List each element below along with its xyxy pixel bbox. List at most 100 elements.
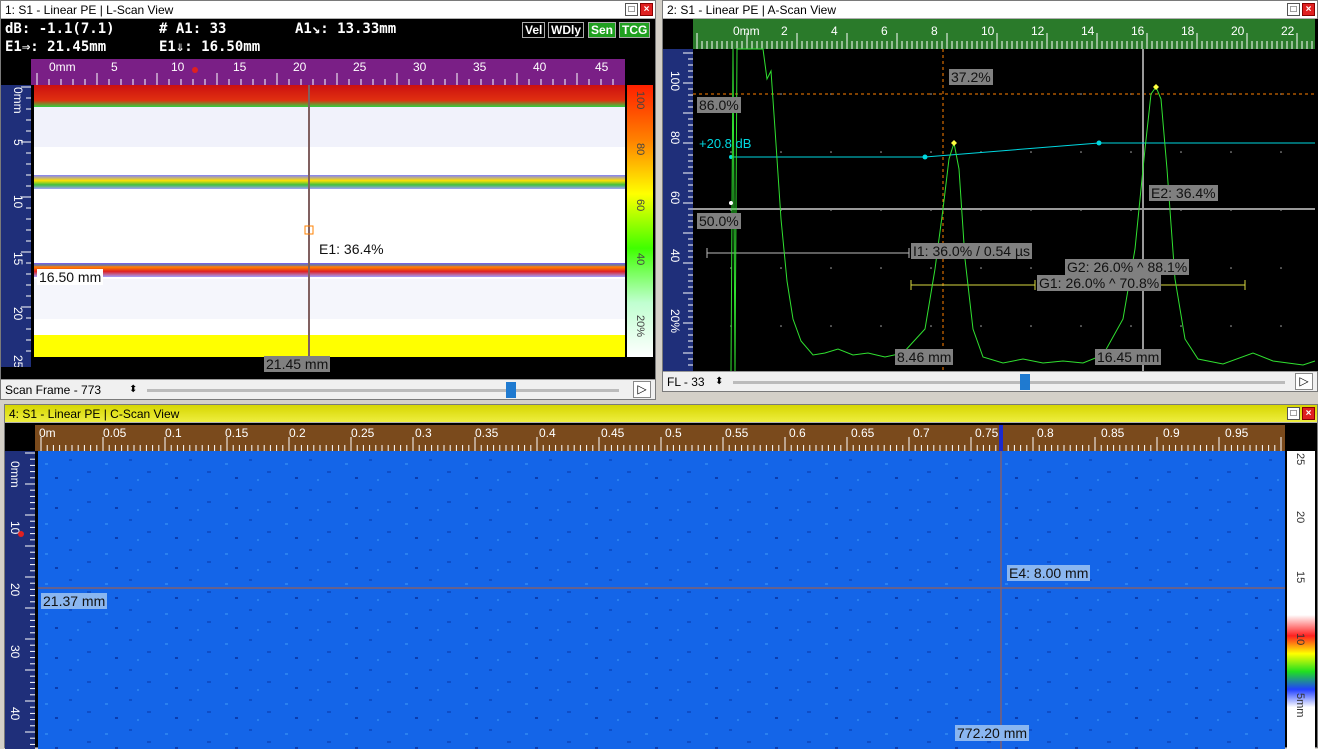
ruler-label: 40 — [533, 60, 547, 74]
lscan-titlebar[interactable]: 1: S1 - Linear PE | L-Scan View □ × — [1, 1, 655, 19]
grid-dot — [1280, 151, 1282, 153]
ruler-label: 0.95 — [1225, 426, 1249, 440]
grid-dot — [730, 151, 732, 153]
play-icon[interactable]: ▷ — [1295, 373, 1313, 390]
e4-depth-label: E4: 8.00 mm — [1007, 565, 1091, 581]
ruler-label: 0.6 — [789, 426, 806, 440]
ruler-label: 0.1 — [165, 426, 182, 440]
scan-frame-label: Scan Frame - 773 — [5, 383, 102, 397]
grid-dot — [780, 93, 782, 95]
play-icon[interactable]: ▷ — [633, 381, 651, 398]
ruler-label: 0.5 — [665, 426, 682, 440]
palette-label: 100 — [634, 91, 646, 109]
cscan-title: 4: S1 - Linear PE | C-Scan View — [9, 407, 180, 421]
close-icon[interactable]: × — [1302, 407, 1315, 420]
ruler-label: 0.75 — [975, 426, 999, 440]
position-marker — [192, 67, 198, 73]
grid-dot — [830, 325, 832, 327]
grid-dot — [830, 267, 832, 269]
grid-dot — [1030, 267, 1032, 269]
ruler-label: 30 — [413, 60, 427, 74]
grid-dot — [1080, 93, 1082, 95]
maximize-icon[interactable]: □ — [1287, 3, 1300, 16]
grid-dot — [1180, 151, 1182, 153]
ruler-label: 10 — [11, 195, 25, 209]
gate-g1-label: G1: 26.0% ^ 70.8% — [1037, 275, 1162, 291]
cscan-canvas[interactable]: 0m 0.05 0.1 0.15 0.2 0.25 0.3 0.35 0.4 0… — [5, 423, 1318, 749]
ruler-label: 2 — [781, 24, 788, 38]
ruler-label: 15 — [233, 60, 247, 74]
grid-dot — [1230, 151, 1232, 153]
ruler-label: 0.85 — [1101, 426, 1125, 440]
scan-frame-slider[interactable] — [147, 389, 619, 392]
ruler-label: 0.9 — [1163, 426, 1180, 440]
ruler-label: 40 — [668, 249, 682, 263]
depth-cursor-label: 16.50 mm — [37, 269, 104, 285]
tcg-point[interactable] — [1096, 140, 1102, 146]
ruler-label: 0mm — [11, 87, 25, 114]
ruler-label: 0m — [39, 426, 56, 440]
palette-label: 20% — [634, 315, 646, 337]
grid-dot — [880, 267, 882, 269]
close-icon[interactable]: × — [640, 3, 653, 16]
maximize-icon[interactable]: □ — [1287, 407, 1300, 420]
grid-dot — [930, 267, 932, 269]
palette-label: 20 — [1294, 511, 1306, 523]
tcg-gain-label: +20.8 dB — [699, 136, 752, 151]
scan-cursor-label: 772.20 mm — [955, 725, 1030, 741]
cscan-window: 4: S1 - Linear PE | C-Scan View □ × 0m 0… — [4, 404, 1318, 749]
ascan-titlebar[interactable]: 2: S1 - Linear PE | A-Scan View □ × — [663, 1, 1317, 19]
ruler-label: 22 — [1281, 24, 1295, 38]
grid-dot — [930, 151, 932, 153]
index-cursor-label: 21.37 mm — [41, 593, 108, 609]
ruler-label: 0.15 — [225, 426, 249, 440]
spin-arrows-icon[interactable]: ⬍ — [129, 380, 137, 400]
grid-dot — [780, 267, 782, 269]
palette-label: 25 — [1294, 453, 1306, 465]
ruler-label: 0.45 — [601, 426, 625, 440]
scan-frame-slider-thumb[interactable] — [506, 382, 516, 398]
focal-law-slider-thumb[interactable] — [1020, 374, 1030, 390]
tcg-point[interactable] — [922, 154, 928, 160]
ruler-label: 0.55 — [725, 426, 749, 440]
tcg-button[interactable]: TCG — [619, 22, 651, 38]
ruler-label: 18 — [1181, 24, 1195, 38]
focal-law-slider[interactable] — [733, 381, 1285, 384]
ruler-label: 20 — [1231, 24, 1245, 38]
ruler-label: 0mm — [733, 24, 760, 38]
ruler-label: 20 — [293, 60, 307, 74]
position-marker — [18, 531, 24, 537]
spin-arrows-icon[interactable]: ⬍ — [715, 372, 723, 392]
grid-dot — [1230, 267, 1232, 269]
ruler-label: 4 — [831, 24, 838, 38]
threshold-amplitude-label: 50.0% — [697, 213, 741, 229]
cscan-titlebar[interactable]: 4: S1 - Linear PE | C-Scan View □ × — [5, 405, 1317, 423]
a1-depth-readout: A1↘: 13.33mm — [295, 21, 397, 37]
grid-dot — [1080, 151, 1082, 153]
grid-dot — [1280, 325, 1282, 327]
a1-count-readout: # A1: 33 — [159, 21, 227, 37]
cscan-image[interactable] — [38, 451, 1285, 749]
ruler-label: 30 — [8, 645, 22, 659]
grid-dot — [980, 267, 982, 269]
sen-button[interactable]: Sen — [588, 22, 617, 38]
ruler-label: 20 — [11, 307, 25, 321]
ruler-label: 6 — [881, 24, 888, 38]
palette-label: 80 — [634, 143, 646, 155]
grid-dot — [1180, 325, 1182, 327]
wdly-button[interactable]: WDly — [548, 22, 584, 38]
ruler-label: 5 — [111, 60, 118, 74]
ruler-label: 5 — [11, 139, 25, 146]
ascan-statusbar: FL - 33 ⬍ ▷ — [663, 371, 1317, 391]
peak-amplitude-label: 37.2% — [949, 69, 993, 85]
palette-label: 15 — [1294, 571, 1306, 583]
vel-button[interactable]: Vel — [522, 22, 546, 38]
palette-label: 10 — [1294, 633, 1306, 645]
ruler-label: 40 — [8, 707, 22, 721]
lscan-canvas[interactable]: 0mm 5 10 15 20 25 30 35 40 45 0mm 5 10 1… — [1, 57, 657, 367]
close-icon[interactable]: × — [1302, 3, 1315, 16]
grid-dot — [780, 325, 782, 327]
ruler-label: 0.05 — [103, 426, 127, 440]
maximize-icon[interactable]: □ — [625, 3, 638, 16]
ruler-label: 10 — [981, 24, 995, 38]
